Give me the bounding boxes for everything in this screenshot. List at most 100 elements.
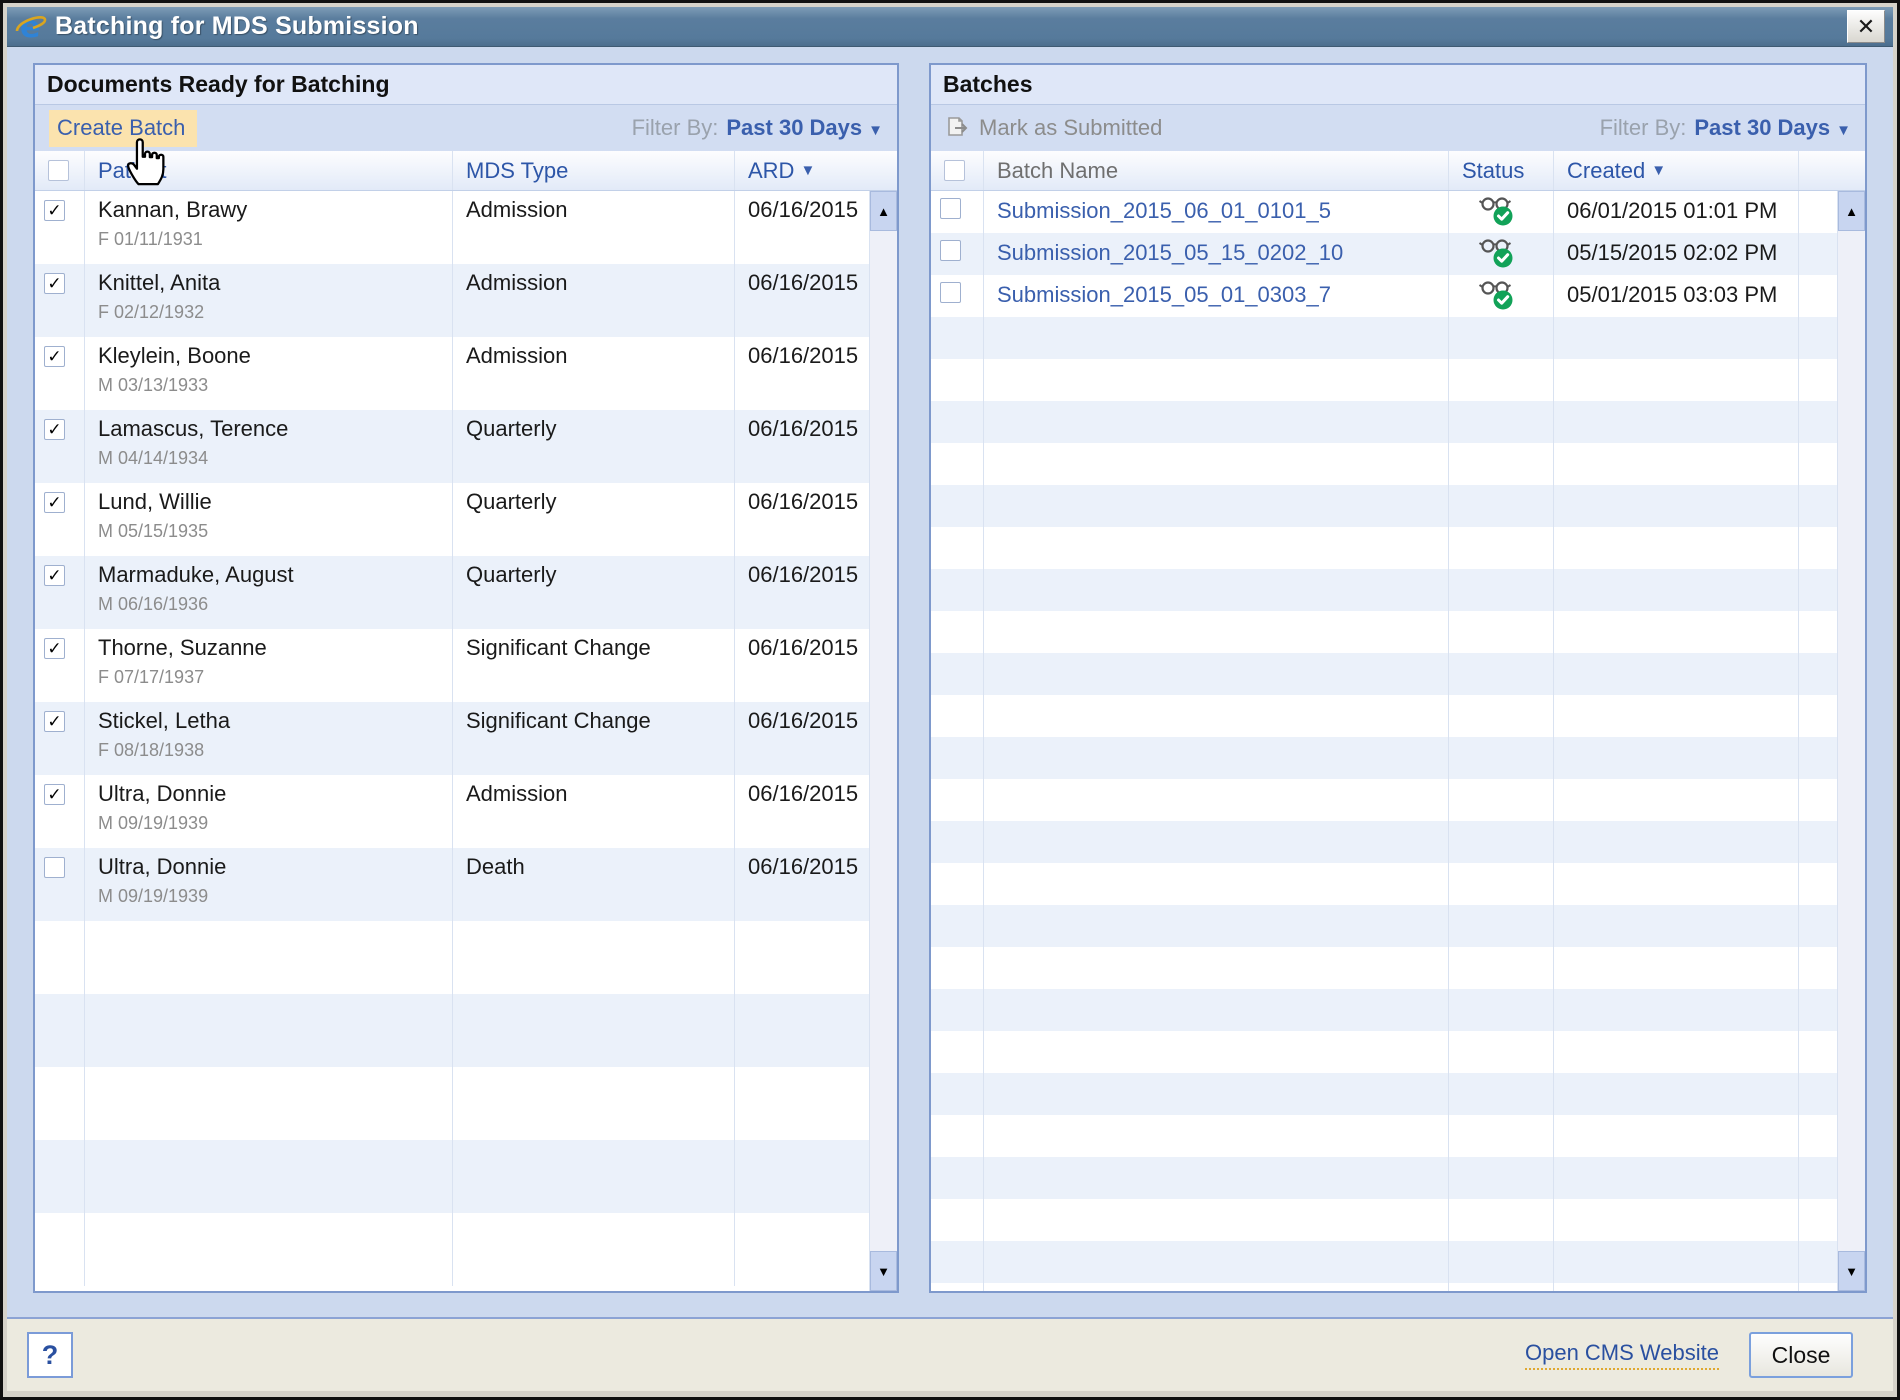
patient-cell: Lund, WillieM 05/15/1935 — [85, 483, 453, 556]
batch-name-cell[interactable]: Submission_2015_05_01_0303_7 — [984, 275, 1449, 317]
scroll-up-button[interactable]: ▲ — [1838, 191, 1865, 231]
row-checkbox[interactable]: ✓ — [44, 711, 65, 732]
empty-cell — [1554, 695, 1799, 737]
help-button[interactable]: ? — [27, 1332, 73, 1378]
open-cms-website-link[interactable]: Open CMS Website — [1525, 1340, 1719, 1370]
empty-cell — [1449, 695, 1554, 737]
column-header-status[interactable]: Status — [1449, 151, 1554, 190]
empty-row — [931, 779, 1837, 821]
mds-type-value: Quarterly — [466, 416, 734, 442]
batches-filter-dropdown[interactable]: Past 30 Days▼ — [1694, 115, 1851, 141]
row-checkbox-cell[interactable]: ✓ — [35, 337, 85, 410]
document-row[interactable]: ✓Knittel, AnitaF 02/12/1932Admission06/1… — [35, 264, 869, 337]
mds-type-value: Significant Change — [466, 635, 734, 661]
row-checkbox[interactable]: ✓ — [44, 200, 65, 221]
scrollbar-track[interactable] — [1838, 231, 1865, 1251]
row-checkbox-cell[interactable] — [931, 233, 984, 275]
batch-row[interactable]: Submission_2015_05_15_0202_10 05/15/2015… — [931, 233, 1837, 275]
ard-value: 06/16/2015 — [748, 562, 869, 588]
row-checkbox[interactable]: ✓ — [44, 784, 65, 805]
select-all-checkbox[interactable] — [931, 151, 984, 190]
row-checkbox[interactable] — [44, 857, 65, 878]
titlebar[interactable]: e Batching for MDS Submission ✕ — [7, 7, 1893, 47]
row-checkbox[interactable] — [940, 240, 961, 261]
batch-name-link[interactable]: Submission_2015_06_01_0101_5 — [997, 198, 1331, 223]
row-checkbox[interactable]: ✓ — [44, 492, 65, 513]
row-checkbox-cell[interactable]: ✓ — [35, 775, 85, 848]
ard-value: 06/16/2015 — [748, 489, 869, 515]
dialog-footer: ? Open CMS Website Close — [7, 1317, 1893, 1391]
column-header-mds-type[interactable]: MDS Type — [453, 151, 735, 190]
row-checkbox-cell[interactable] — [931, 275, 984, 317]
documents-filter-dropdown[interactable]: Past 30 Days▼ — [726, 115, 883, 141]
select-all-checkbox[interactable] — [35, 151, 85, 190]
row-checkbox-cell[interactable]: ✓ — [35, 264, 85, 337]
document-row[interactable]: ✓Lamascus, TerenceM 04/14/1934Quarterly0… — [35, 410, 869, 483]
row-checkbox-cell[interactable]: ✓ — [35, 629, 85, 702]
patient-name: Marmaduke, August — [98, 562, 452, 588]
mds-type-cell: Admission — [453, 191, 735, 264]
export-document-icon — [945, 115, 971, 141]
document-row[interactable]: ✓Marmaduke, AugustM 06/16/1936Quarterly0… — [35, 556, 869, 629]
empty-cell — [984, 443, 1449, 485]
row-checkbox-cell[interactable]: ✓ — [35, 702, 85, 775]
document-row[interactable]: ✓Kannan, BrawyF 01/11/1931Admission06/16… — [35, 191, 869, 264]
column-header-spacer — [1799, 151, 1865, 190]
row-checkbox-cell[interactable]: ✓ — [35, 191, 85, 264]
patient-demographics: M 09/19/1939 — [98, 813, 452, 834]
scroll-up-button[interactable]: ▲ — [870, 191, 897, 231]
column-header-batch-name[interactable]: Batch Name — [984, 151, 1449, 190]
row-checkbox-cell[interactable] — [35, 848, 85, 921]
batch-name-cell[interactable]: Submission_2015_05_15_0202_10 — [984, 233, 1449, 275]
batch-name-link[interactable]: Submission_2015_05_15_0202_10 — [997, 240, 1343, 265]
mark-as-submitted-button[interactable]: Mark as Submitted — [945, 115, 1162, 141]
batch-name-link[interactable]: Submission_2015_05_01_0303_7 — [997, 282, 1331, 307]
empty-row — [931, 1283, 1837, 1291]
mds-type-cell: Admission — [453, 337, 735, 410]
batches-vertical-scrollbar[interactable]: ▲ ▼ — [1837, 191, 1865, 1291]
document-row[interactable]: ✓Ultra, DonnieM 09/19/1939Admission06/16… — [35, 775, 869, 848]
column-header-created[interactable]: Created▼ — [1554, 151, 1799, 190]
empty-row — [931, 569, 1837, 611]
row-end-spacer — [1799, 359, 1837, 401]
scroll-down-button[interactable]: ▼ — [870, 1251, 897, 1291]
close-button[interactable]: Close — [1749, 1332, 1853, 1378]
ard-value: 06/16/2015 — [748, 343, 869, 369]
scroll-down-button[interactable]: ▼ — [1838, 1251, 1865, 1291]
scrollbar-track[interactable] — [870, 231, 897, 1251]
internet-explorer-logo-icon: e — [15, 11, 47, 43]
batch-name-cell[interactable]: Submission_2015_06_01_0101_5 — [984, 191, 1449, 233]
document-row[interactable]: ✓Kleylein, BooneM 03/13/1933Admission06/… — [35, 337, 869, 410]
documents-table-body: ✓ Kannan, BrawyF 01/11/1931Admission 06/16… — [35, 191, 869, 1291]
row-checkbox[interactable] — [940, 198, 961, 219]
row-checkbox-cell[interactable]: ✓ — [35, 556, 85, 629]
row-checkbox[interactable]: ✓ — [44, 419, 65, 440]
documents-vertical-scrollbar[interactable]: ▲ ▼ — [869, 191, 897, 1291]
document-row[interactable]: ✓Lund, WillieM 05/15/1935Quarterly06/16/… — [35, 483, 869, 556]
row-checkbox-cell[interactable]: ✓ — [35, 483, 85, 556]
row-checkbox-cell[interactable] — [931, 191, 984, 233]
document-row[interactable]: ✓Thorne, SuzanneF 07/17/1937Significant … — [35, 629, 869, 702]
row-checkbox-cell[interactable]: ✓ — [35, 410, 85, 483]
empty-cell — [1449, 1073, 1554, 1115]
document-row[interactable]: ✓Stickel, LethaF 08/18/1938Significant C… — [35, 702, 869, 775]
empty-cell — [1449, 1031, 1554, 1073]
empty-cell — [984, 1199, 1449, 1241]
row-checkbox-cell — [931, 905, 984, 947]
mds-type-value: Death — [466, 854, 734, 880]
row-checkbox[interactable]: ✓ — [44, 565, 65, 586]
row-checkbox[interactable]: ✓ — [44, 346, 65, 367]
window-close-button[interactable]: ✕ — [1847, 10, 1885, 43]
column-header-ard[interactable]: ARD▼ — [735, 151, 897, 190]
patient-cell: Stickel, LethaF 08/18/1938 — [85, 702, 453, 775]
document-row[interactable]: Ultra, DonnieM 09/19/1939Death06/16/2015 — [35, 848, 869, 921]
row-checkbox[interactable] — [940, 282, 961, 303]
empty-cell — [735, 921, 869, 994]
batch-row[interactable]: Submission_2015_05_01_0303_7 05/01/2015 … — [931, 275, 1837, 317]
patient-cell: Kannan, BrawyF 01/11/1931 — [85, 191, 453, 264]
row-checkbox[interactable]: ✓ — [44, 638, 65, 659]
patient-demographics: M 03/13/1933 — [98, 375, 452, 396]
batch-row[interactable]: Submission_2015_06_01_0101_5 06/01/2015 … — [931, 191, 1837, 233]
glasses-with-green-check-icon — [1479, 195, 1515, 227]
row-checkbox[interactable]: ✓ — [44, 273, 65, 294]
